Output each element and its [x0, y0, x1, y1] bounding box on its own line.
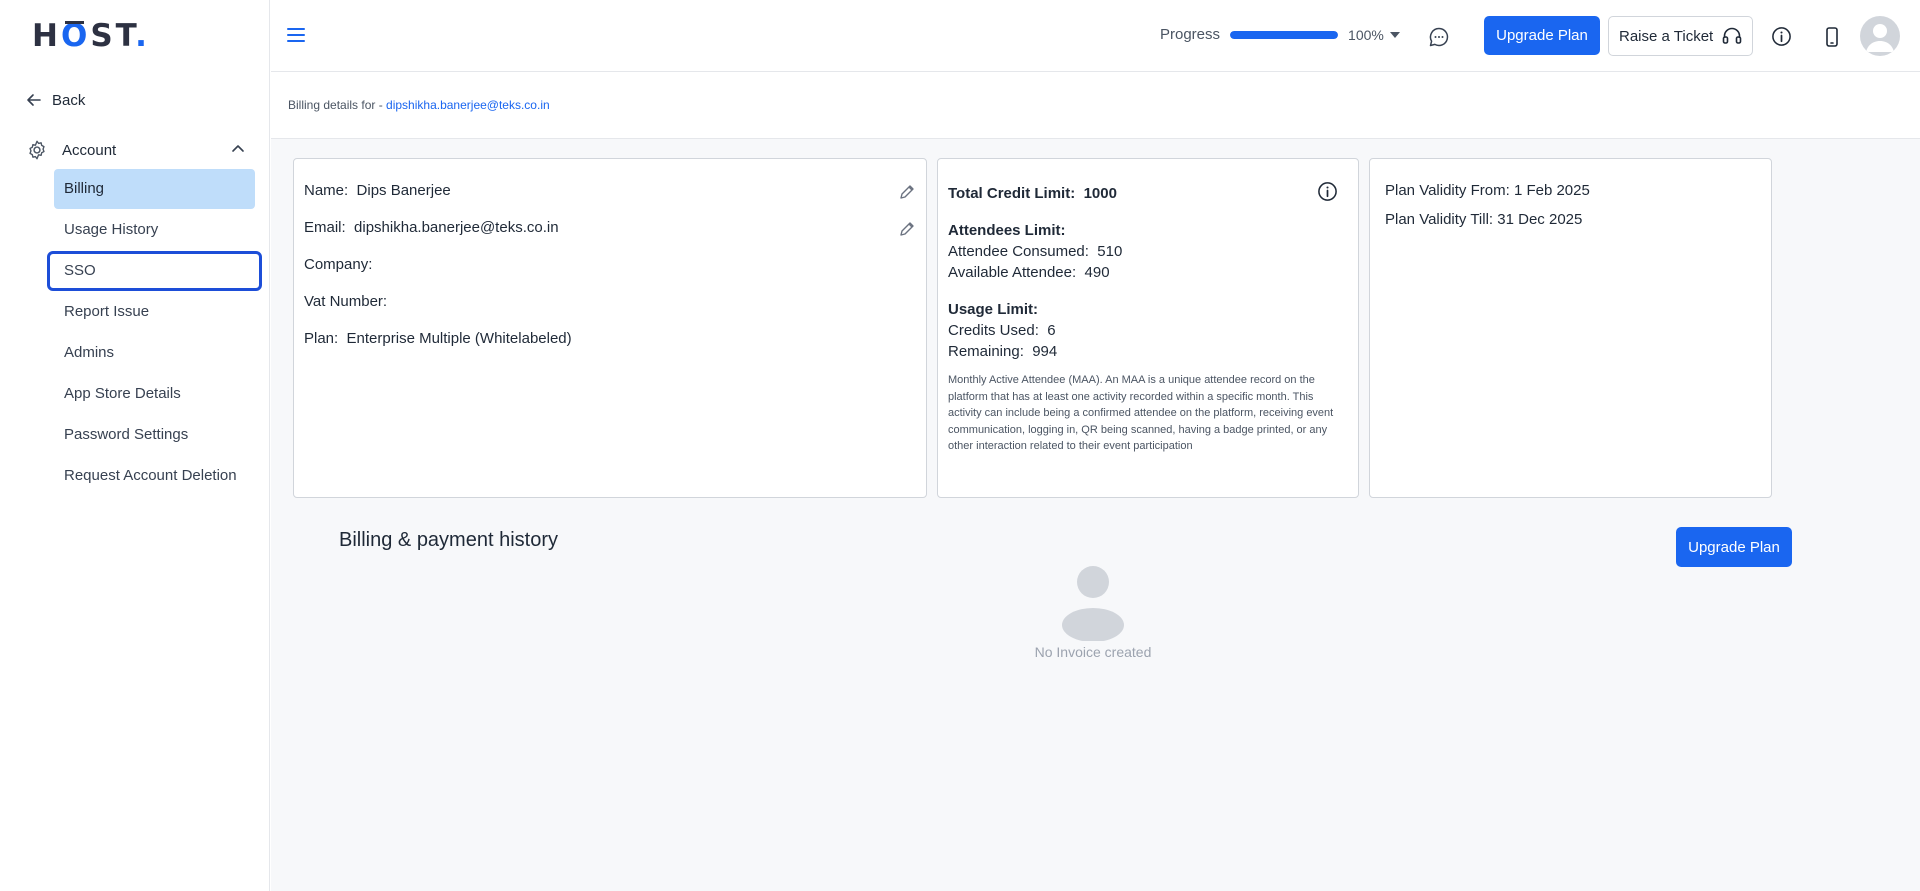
back-link[interactable]: Back — [26, 88, 85, 112]
validity-from-label: Plan Validity From: — [1385, 182, 1510, 199]
upgrade-plan-button[interactable]: Upgrade Plan — [1484, 16, 1600, 55]
sidebar-item-sso[interactable]: SSO — [47, 251, 262, 291]
validity-till-label: Plan Validity Till: — [1385, 211, 1494, 228]
maa-note: Monthly Active Attendee (MAA). An MAA is… — [948, 374, 1334, 452]
progress-indicator[interactable]: Progress 100% — [1160, 26, 1400, 43]
validity-from: Plan Validity From: 1 Feb 2025 — [1385, 182, 1590, 199]
email-value: dipshikha.banerjee@teks.co.in — [354, 219, 559, 236]
usage-heading: Usage Limit: — [948, 301, 1039, 318]
back-label: Back — [52, 91, 86, 109]
sidebar-item-password-settings[interactable]: Password Settings — [54, 415, 255, 455]
divider — [1680, 71, 1900, 72]
billing-history-title: Billing & payment history — [339, 529, 558, 551]
edit-email-icon[interactable] — [898, 220, 916, 238]
credits-used-label: Credits Used: — [948, 322, 1039, 339]
remaining-label: Remaining: — [948, 343, 1024, 360]
name-label: Name: — [304, 182, 349, 199]
headset-icon — [1722, 27, 1742, 44]
top-bar: Progress 100% Upgrade Plan Raise a Ticke… — [271, 0, 1920, 72]
progress-fill — [1230, 30, 1339, 39]
main-content: Billing details for - dipshikha.banerjee… — [271, 71, 1920, 891]
attendee-consumed: Attendee Consumed: 510 — [948, 243, 1122, 260]
available-label: Available Attendee: — [948, 264, 1077, 281]
name-value: Dips Banerjee — [356, 182, 451, 199]
gear-icon — [29, 140, 45, 160]
vat-field: Vat Number: — [304, 293, 391, 310]
sidebar-item-app-store-details[interactable]: App Store Details — [54, 374, 255, 414]
sidebar-item-report-issue[interactable]: Report Issue — [54, 292, 255, 332]
empty-user-icon — [1062, 566, 1124, 641]
info-icon[interactable] — [1771, 26, 1792, 47]
chevron-up-icon — [232, 145, 244, 152]
billing-email-link[interactable]: dipshikha.banerjee@teks.co.in — [386, 98, 550, 112]
company-field: Company: — [304, 256, 377, 273]
chevron-down-icon — [1389, 31, 1400, 38]
upgrade-plan-button-main[interactable]: Upgrade Plan — [1676, 527, 1792, 567]
plan-field: Plan: Enterprise Multiple (Whitelabeled) — [304, 330, 572, 347]
account-label: Account — [62, 141, 117, 159]
progress-percent: 100% — [1348, 26, 1384, 43]
sidebar-item-billing[interactable]: Billing — [54, 169, 255, 209]
validity-till-value: 31 Dec 2025 — [1497, 211, 1583, 228]
consumed-label: Attendee Consumed: — [948, 243, 1089, 260]
user-avatar-icon — [1866, 24, 1894, 52]
account-section-toggle[interactable]: Account — [26, 137, 246, 163]
attendees-heading: Attendees Limit: — [948, 222, 1066, 239]
progress-label: Progress — [1160, 26, 1221, 43]
host-logo[interactable]: HOST. — [32, 18, 150, 54]
plan-value: Enterprise Multiple (Whitelabeled) — [346, 330, 572, 347]
progress-bar — [1230, 30, 1339, 39]
raise-ticket-label: Raise a Ticket — [1619, 27, 1714, 45]
sidebar-item-admins[interactable]: Admins — [54, 333, 255, 373]
back-arrow-icon — [27, 94, 41, 106]
name-field: Name: Dips Banerjee — [304, 182, 451, 199]
sidebar-item-usage-history[interactable]: Usage History — [54, 210, 255, 250]
email-label: Email: — [304, 219, 346, 236]
credits-used: Credits Used: 6 — [948, 322, 1056, 339]
sidebar-item-request-account-deletion[interactable]: Request Account Deletion — [54, 456, 255, 496]
available-value: 490 — [1084, 264, 1110, 281]
remaining-credits: Remaining: 994 — [948, 343, 1057, 360]
available-attendee: Available Attendee: 490 — [948, 264, 1110, 281]
total-credit-value: 1000 — [1083, 185, 1117, 202]
edit-name-icon[interactable] — [898, 183, 916, 201]
remaining-value: 994 — [1032, 343, 1058, 360]
total-credit-label: Total Credit Limit: — [948, 185, 1076, 202]
company-label: Company: — [304, 256, 373, 273]
no-invoice-text: No Invoice created — [1034, 644, 1152, 660]
plan-validity-card: Plan Validity From: 1 Feb 2025 Plan Vali… — [1369, 158, 1772, 498]
plan-label: Plan: — [304, 330, 339, 347]
total-credit-limit: Total Credit Limit: 1000 — [948, 185, 1117, 202]
user-avatar[interactable] — [1860, 16, 1900, 56]
billing-details-for: Billing details for - dipshikha.banerjee… — [288, 98, 550, 112]
email-field: Email: dipshikha.banerjee@teks.co.in — [304, 219, 559, 236]
billing-details-prefix: Billing details for - — [288, 98, 387, 112]
sidebar: HOST. Back Account Billing Usage History… — [0, 0, 270, 891]
raise-ticket-button[interactable]: Raise a Ticket — [1608, 16, 1753, 56]
credits-used-value: 6 — [1047, 322, 1056, 339]
chat-icon[interactable] — [1428, 26, 1450, 48]
vat-label: Vat Number: — [304, 293, 388, 310]
account-menu: Billing Usage History SSO Report Issue A… — [47, 169, 262, 497]
profile-card: Name: Dips Banerjee Email: dipshikha.ban… — [293, 158, 927, 498]
info-icon[interactable] — [1317, 181, 1338, 202]
validity-from-value: 1 Feb 2025 — [1513, 182, 1590, 199]
consumed-value: 510 — [1097, 243, 1123, 260]
validity-till: Plan Validity Till: 31 Dec 2025 — [1385, 211, 1582, 228]
phone-icon[interactable] — [1822, 26, 1842, 48]
limits-card: Total Credit Limit: 1000 Attendees Limit… — [937, 158, 1359, 498]
hamburger-icon[interactable] — [287, 27, 305, 43]
billing-subheader: Billing details for - dipshikha.banerjee… — [271, 71, 1920, 139]
